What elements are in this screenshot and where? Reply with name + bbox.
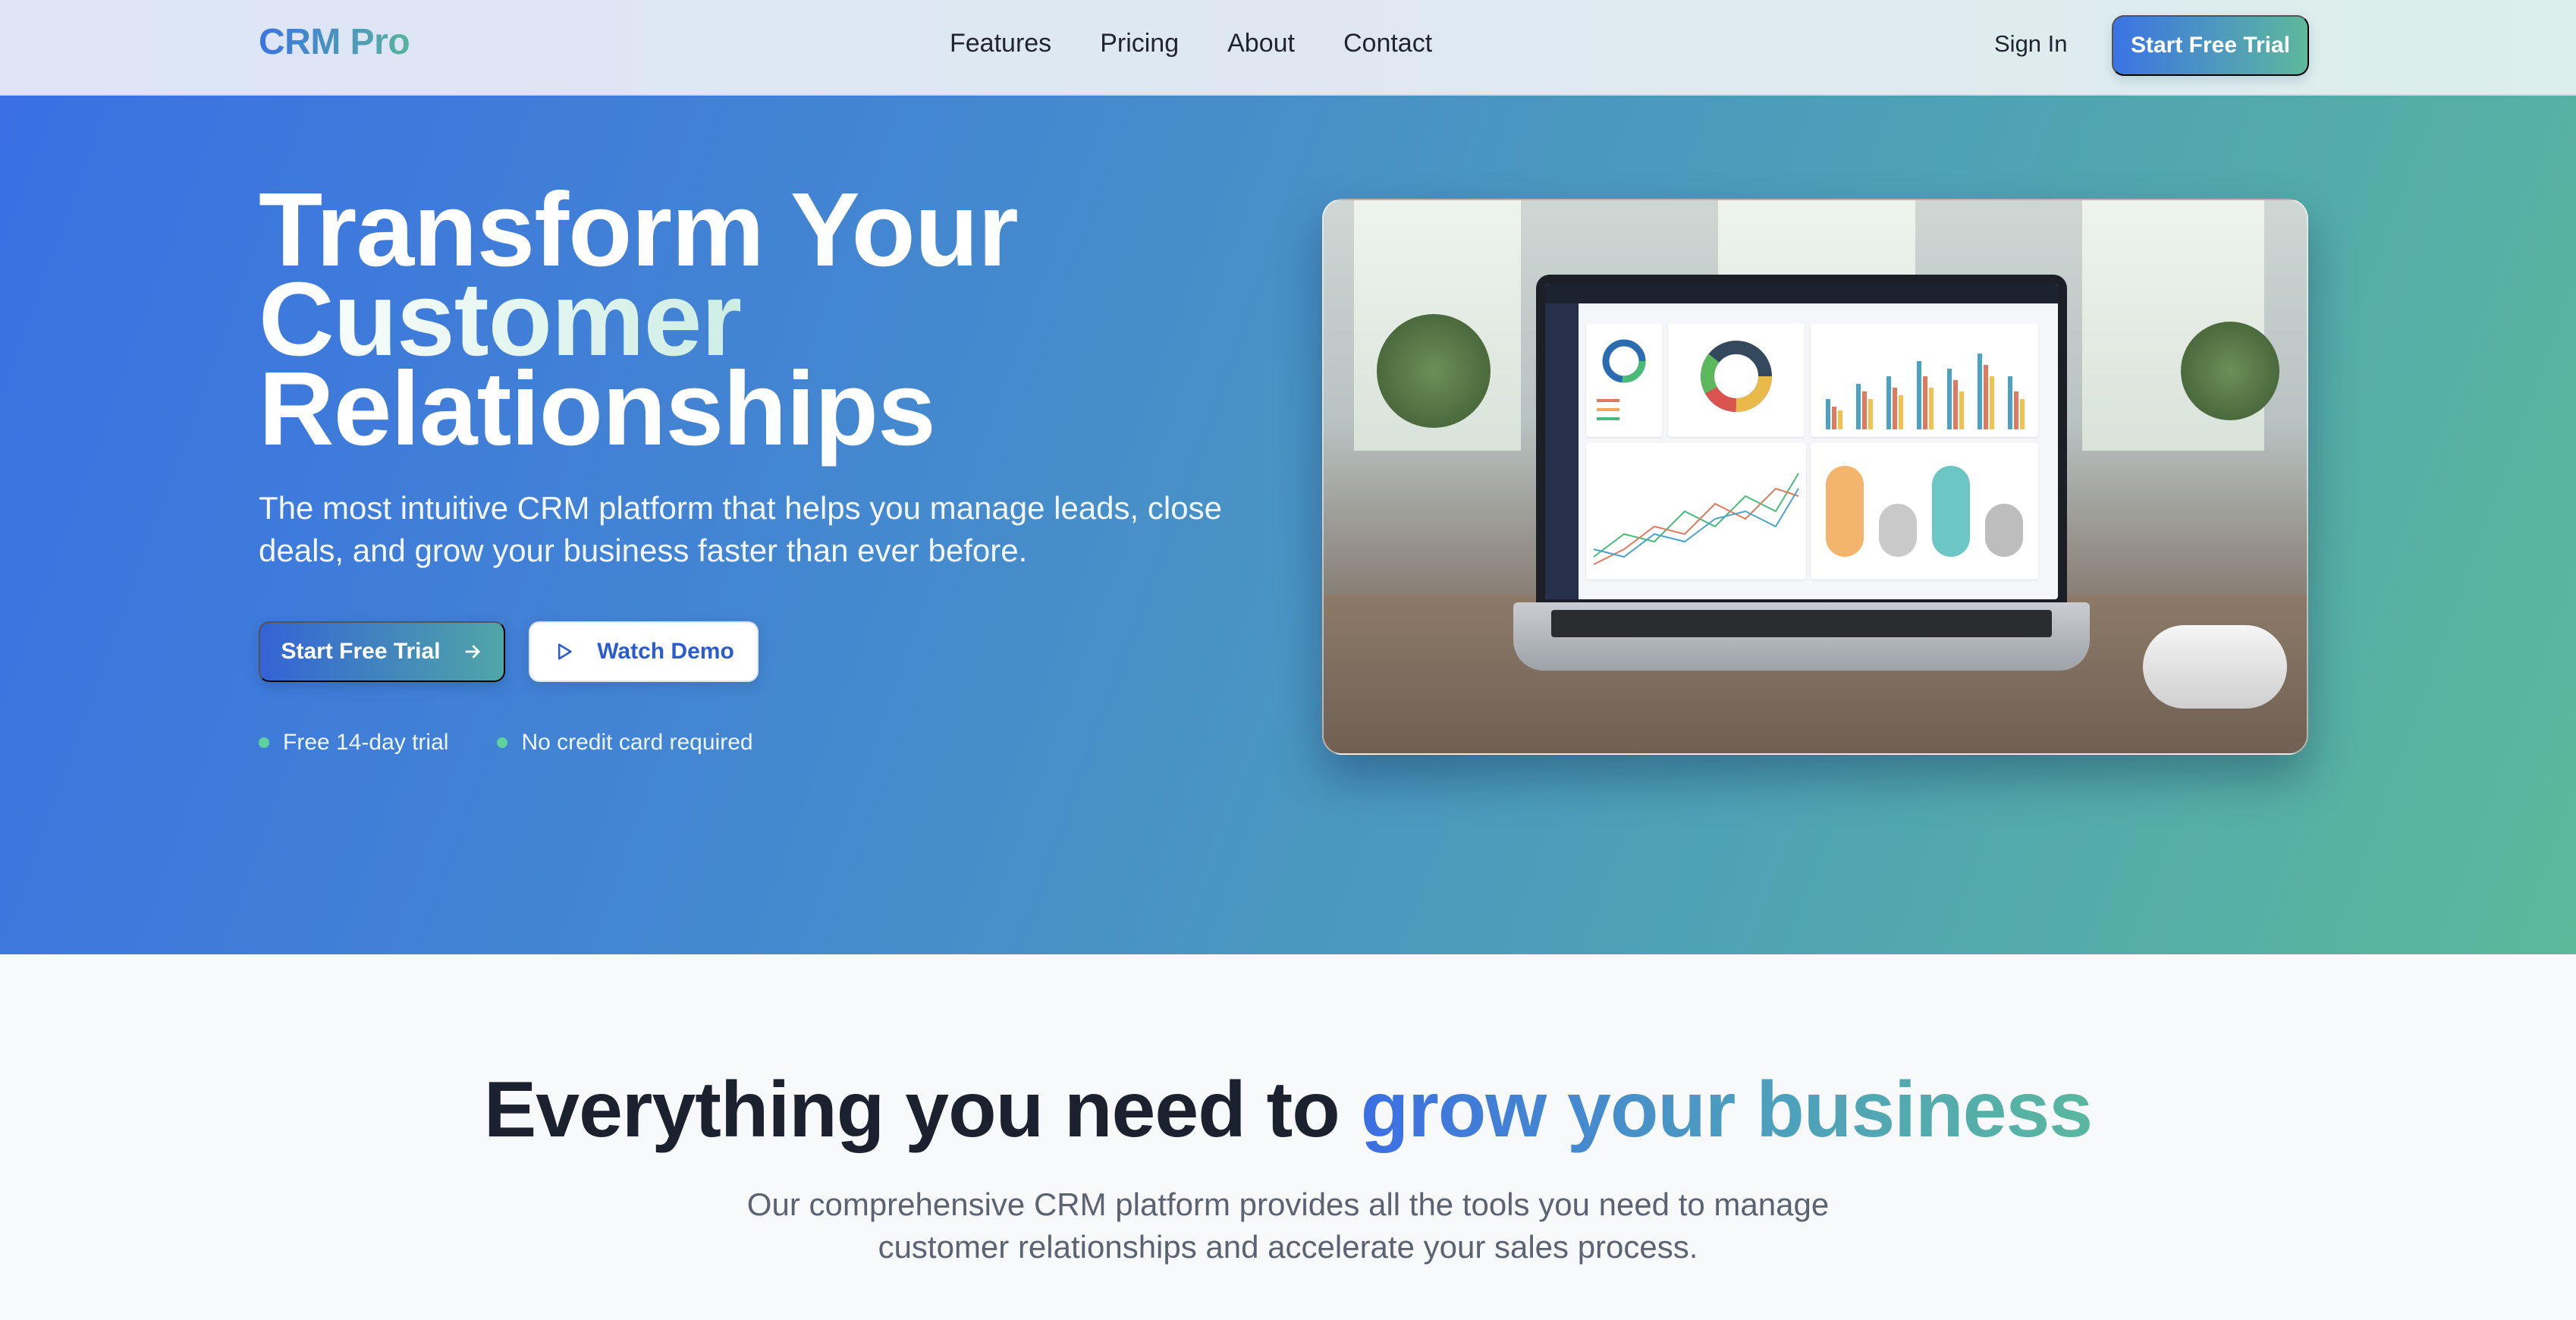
laptop-keyboard <box>1551 610 2052 637</box>
hero-title: Transform Your Customer Relationships <box>259 178 1321 461</box>
computer-mouse <box>2143 625 2287 709</box>
green-dot-icon <box>259 737 269 748</box>
features-title-highlight: grow your business <box>1360 1066 2093 1154</box>
green-dot-icon <box>497 737 508 748</box>
bar-chart-icon <box>1826 354 2025 429</box>
hero-dashboard-image <box>1322 199 2308 755</box>
nav-link-about[interactable]: About <box>1227 29 1295 58</box>
features-subtitle: Our comprehensive CRM platform provides … <box>746 1186 1830 1265</box>
perk-item: No credit card required <box>497 730 753 756</box>
dashboard-panel <box>1586 443 1806 580</box>
watch-demo-label: Watch Demo <box>597 639 734 664</box>
hero-title-line3: Relationships <box>259 350 936 467</box>
hero-start-trial-label: Start Free Trial <box>281 639 441 664</box>
perk-item: Free 14-day trial <box>259 730 448 756</box>
perk-label: Free 14-day trial <box>283 730 449 755</box>
hero-section: Transform Your Customer Relationships Th… <box>0 96 2576 954</box>
nav-link-pricing[interactable]: Pricing <box>1100 29 1179 58</box>
top-navigation: CRM Pro Features Pricing About Contact S… <box>0 0 2576 96</box>
dashboard-panel <box>1811 443 2038 580</box>
plant-left <box>1377 314 1491 428</box>
watch-demo-button[interactable]: Watch Demo <box>529 621 759 682</box>
donut-chart-icon <box>1597 339 1646 420</box>
hero-subtitle: The most intuitive CRM platform that hel… <box>259 490 1222 568</box>
plant-right <box>2181 322 2279 420</box>
line-chart-icon <box>1593 473 1799 565</box>
dashboard-panel <box>1586 323 1662 437</box>
capsule-chart-icon <box>1826 466 2023 557</box>
dashboard-panel <box>1811 323 2038 437</box>
hero-perks: Free 14-day trial No credit card require… <box>259 730 753 756</box>
dashboard-panel <box>1668 323 1805 437</box>
logo[interactable]: CRM Pro <box>259 21 410 63</box>
perk-label: No credit card required <box>521 730 753 755</box>
dashboard-sidebar <box>1545 303 1579 599</box>
sign-in-link[interactable]: Sign In <box>1994 30 2068 58</box>
arrow-right-icon <box>464 645 480 658</box>
features-title-prefix: Everything you need to <box>483 1066 1361 1154</box>
dashboard-screen <box>1545 284 2058 599</box>
dashboard-topbar <box>1545 284 2058 303</box>
hero-start-trial-button[interactable]: Start Free Trial <box>259 621 505 682</box>
features-title: Everything you need to grow your busines… <box>0 1065 2576 1155</box>
laptop-screen <box>1536 275 2067 608</box>
nav-link-contact[interactable]: Contact <box>1343 29 1432 58</box>
ring-chart-icon <box>1701 341 1772 412</box>
nav-links: Features Pricing About Contact <box>950 29 1432 58</box>
play-icon <box>558 643 572 660</box>
nav-start-trial-button[interactable]: Start Free Trial <box>2112 15 2309 76</box>
nav-link-features[interactable]: Features <box>950 29 1051 58</box>
